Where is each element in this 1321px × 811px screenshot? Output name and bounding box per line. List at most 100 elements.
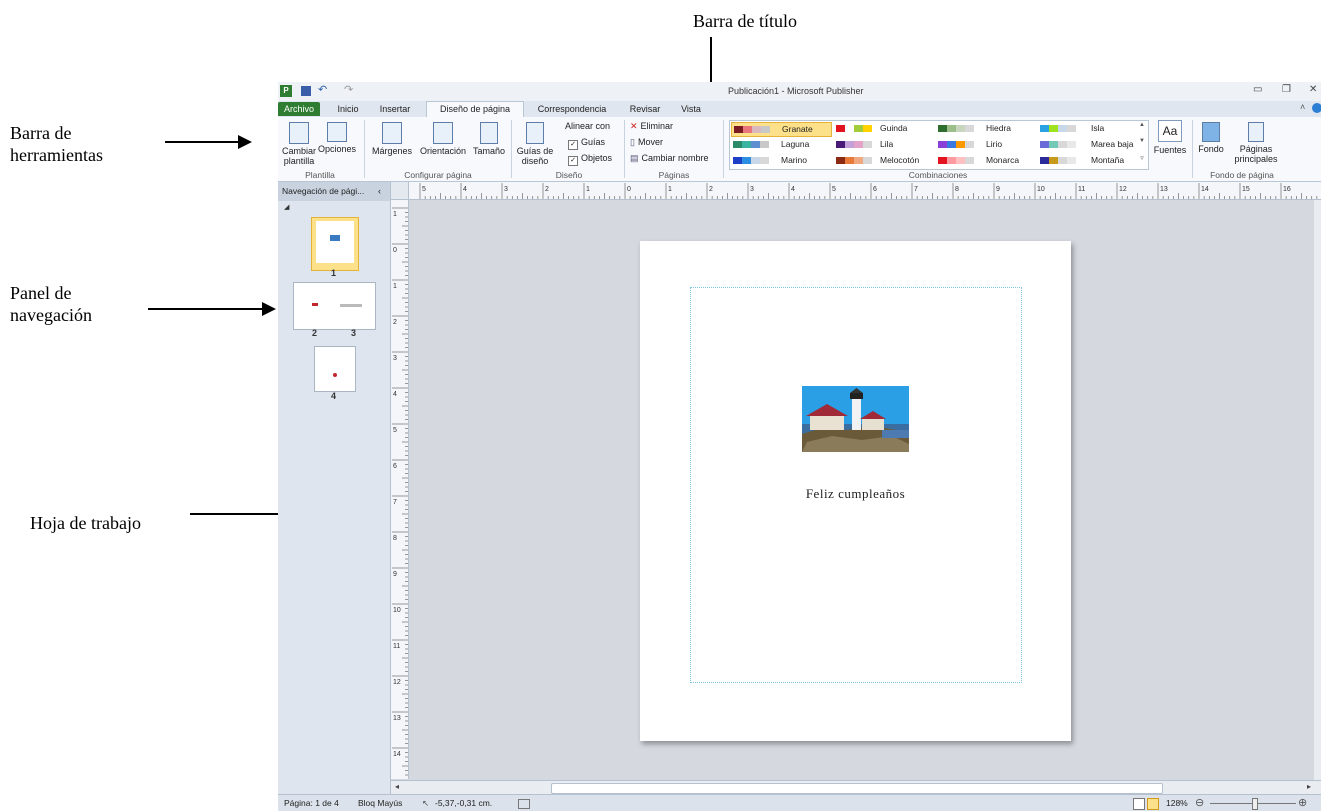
birthday-caption[interactable]: Feliz cumpleaños xyxy=(640,486,1071,502)
zoom-level[interactable]: 128% xyxy=(1166,795,1188,811)
tab-archivo[interactable]: Archivo xyxy=(278,102,320,116)
document-page[interactable]: Feliz cumpleaños xyxy=(640,241,1071,741)
layout-guides-button[interactable]: Guías de diseño xyxy=(515,122,555,166)
tab-correspondencia[interactable]: Correspondencia xyxy=(530,102,614,116)
page-status[interactable]: Página: 1 de 4 xyxy=(284,795,339,811)
scheme-item-melocoton[interactable]: Melocotón xyxy=(834,154,932,167)
ribbon-collapse-icon[interactable]: ˄ xyxy=(1300,102,1305,112)
scroll-left-icon[interactable]: ◂ xyxy=(395,782,399,791)
gallery-scroll-up-icon[interactable]: ▲ xyxy=(1138,122,1146,136)
scheme-label: Lila xyxy=(880,139,894,149)
guides-checkbox[interactable]: ✓ Guías xyxy=(568,137,605,150)
move-page-button[interactable]: ▯ Mover xyxy=(630,137,663,148)
redo-icon[interactable]: ↷ xyxy=(344,83,353,96)
tab-vista[interactable]: Vista xyxy=(671,102,711,116)
page-thumbnail-1[interactable] xyxy=(311,217,359,271)
scheme-item-hiedra[interactable]: Hiedra xyxy=(936,122,1034,135)
scheme-item-guinda[interactable]: Guinda xyxy=(834,122,932,135)
scheme-swatch xyxy=(733,157,742,164)
page-number-label: 3 xyxy=(351,328,357,338)
ruler-label: 6 xyxy=(393,463,397,470)
scheme-item-lirio[interactable]: Lirio xyxy=(936,138,1034,151)
scheme-swatch xyxy=(863,141,872,148)
horizontal-scroll-thumb[interactable] xyxy=(551,783,1163,794)
publisher-window: P ↶ ↷ Publicación1 - Microsoft Publisher… xyxy=(278,82,1321,811)
maximize-icon[interactable]: ❐ xyxy=(1282,84,1291,95)
scheme-label: Marino xyxy=(781,155,807,165)
margins-button[interactable]: Márgenes xyxy=(370,122,414,156)
tab-insertar[interactable]: Insertar xyxy=(373,102,417,116)
ruler-label: 7 xyxy=(393,499,397,506)
page-thumbnail-mark xyxy=(333,373,337,377)
delete-page-button[interactable]: ✕ Eliminar xyxy=(630,121,673,132)
move-page-icon: ▯ xyxy=(630,137,635,147)
scheme-swatch xyxy=(760,141,769,148)
scheme-item-marea-baja[interactable]: Marea baja xyxy=(1038,138,1136,151)
app-icon[interactable]: P xyxy=(280,85,292,97)
minimize-icon[interactable]: ▭ xyxy=(1253,84,1262,95)
ruler-label: 8 xyxy=(955,186,959,193)
two-page-view-icon[interactable] xyxy=(1147,798,1159,810)
zoom-in-icon[interactable]: ⊕ xyxy=(1298,795,1307,811)
layout-guides-label: Guías de diseño xyxy=(516,146,554,166)
help-icon[interactable] xyxy=(1312,103,1321,113)
ruler-corner xyxy=(391,182,409,200)
horizontal-scrollbar[interactable]: ◂ ▸ xyxy=(391,780,1321,795)
window-title: Publicación1 - Microsoft Publisher xyxy=(728,86,864,96)
change-template-button[interactable]: Cambiar plantilla xyxy=(282,122,316,166)
scheme-swatch xyxy=(1049,141,1058,148)
scheme-item-granate[interactable]: Granate xyxy=(731,122,832,137)
collapse-pane-icon[interactable]: ‹ xyxy=(378,182,381,201)
scheme-swatch xyxy=(733,141,742,148)
scheme-item-isla[interactable]: Isla xyxy=(1038,122,1136,135)
lighthouse-image[interactable] xyxy=(802,386,909,452)
save-icon[interactable] xyxy=(301,86,311,96)
tab-inicio[interactable]: Inicio xyxy=(328,102,368,116)
scheme-swatch xyxy=(1040,141,1049,148)
single-page-view-icon[interactable] xyxy=(1133,798,1145,810)
page-thumbnail-2-3[interactable] xyxy=(293,282,376,330)
scroll-right-icon[interactable]: ▸ xyxy=(1307,782,1311,791)
objects-checkbox[interactable]: ✓ Objetos xyxy=(568,153,612,166)
tab-diseno-de-pagina[interactable]: Diseño de página xyxy=(426,101,524,118)
color-schemes-gallery: Granate Guinda Hiedra Isla Laguna Lila L… xyxy=(729,120,1149,170)
scheme-swatch xyxy=(965,125,974,132)
scheme-label: Laguna xyxy=(781,139,810,149)
fonts-button[interactable]: Aa Fuentes xyxy=(1152,120,1188,155)
master-pages-button[interactable]: Páginas principales xyxy=(1230,122,1282,164)
annotation-nav-panel: Panel de navegación xyxy=(10,282,120,326)
scheme-swatch xyxy=(956,157,965,164)
scheme-item-monarca[interactable]: Monarca xyxy=(936,154,1034,167)
size-button[interactable]: Tamaño xyxy=(472,122,506,156)
gallery-expand-icon[interactable]: ▿ xyxy=(1138,154,1146,168)
scheme-swatch xyxy=(947,141,956,148)
group-configurar-label: Configurar página xyxy=(404,170,472,180)
tab-revisar[interactable]: Revisar xyxy=(625,102,665,116)
scheme-swatch xyxy=(1049,157,1058,164)
zoom-slider-thumb[interactable] xyxy=(1252,798,1258,810)
ruler-label: 14 xyxy=(393,751,401,758)
gallery-scroll-down-icon[interactable]: ▼ xyxy=(1138,138,1146,152)
template-icon xyxy=(289,122,309,144)
orientation-button[interactable]: Orientación xyxy=(416,122,470,156)
scheme-label: Marea baja xyxy=(1091,139,1134,149)
vertical-ruler[interactable]: 1 0 1 2 3 4 5 6 7 8 9 10 11 12 13 14 xyxy=(391,199,409,779)
scheme-swatch xyxy=(1049,125,1058,132)
vertical-scrollbar[interactable] xyxy=(1314,200,1321,780)
options-button[interactable]: Opciones xyxy=(318,122,356,154)
navigation-pane: Navegación de pági... ‹ ◢ 1 2 3 4 xyxy=(278,182,391,794)
scheme-item-marino[interactable]: Marino xyxy=(731,154,830,167)
page-thumbnail-4[interactable] xyxy=(314,346,356,392)
background-label: Fondo xyxy=(1198,144,1224,154)
undo-icon[interactable]: ↶ xyxy=(318,83,327,96)
expand-triangle-icon[interactable]: ◢ xyxy=(284,203,289,211)
rename-page-button[interactable]: ▤ Cambiar nombre xyxy=(630,153,709,164)
scheme-item-laguna[interactable]: Laguna xyxy=(731,138,830,151)
guides-label: Guías xyxy=(581,137,606,147)
zoom-out-icon[interactable]: ⊖ xyxy=(1195,795,1204,811)
close-icon[interactable]: ✕ xyxy=(1309,84,1317,95)
background-button[interactable]: Fondo xyxy=(1196,122,1226,154)
horizontal-ruler[interactable]: 5 4 3 2 1 0 1 2 3 4 5 6 7 8 9 10 11 12 13 14 15 16 xyxy=(408,182,1321,200)
scheme-item-lila[interactable]: Lila xyxy=(834,138,932,151)
scheme-item-montana[interactable]: Montaña xyxy=(1038,154,1136,167)
